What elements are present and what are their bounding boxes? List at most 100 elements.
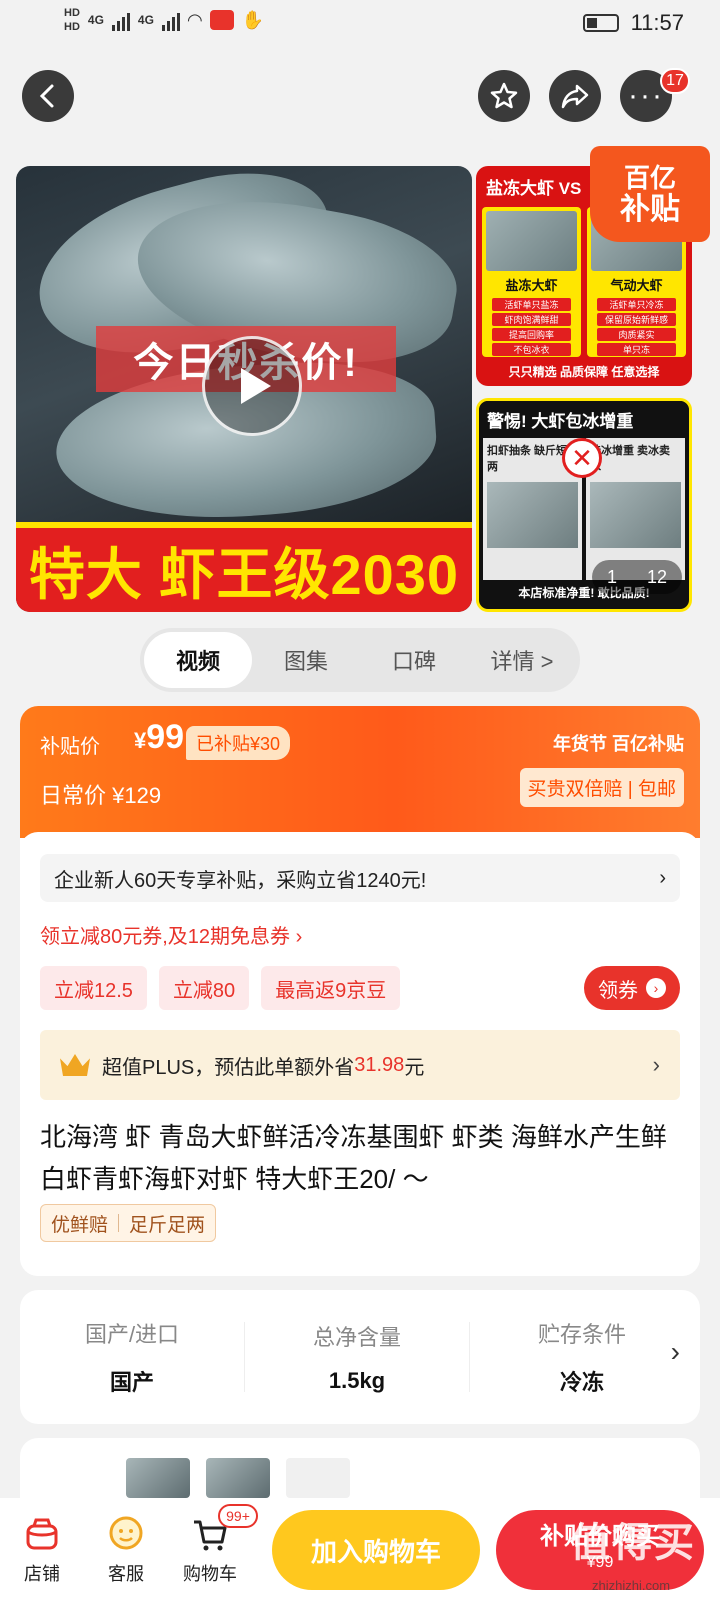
spec-item: 国产/进口 国产 [20,1317,244,1397]
tab-video[interactable]: 视频 [144,632,252,688]
coupon-link[interactable]: 领立减80元券,及12期免息券 › [40,920,302,949]
subsidy-amount-tag: 已补贴¥30 [186,726,291,760]
chevron-right-icon: › [652,1052,660,1077]
main-image-bottom-text: 特大 虾王级2030 [16,522,472,612]
plus-savings-row[interactable]: 超值PLUS，预估此单额外省 31.98 元 › [40,1030,680,1100]
spec-item: 贮存条件 冷冻 [470,1317,694,1397]
spec-value: 冷冻 [559,1370,604,1395]
chevron-right-icon: › [646,978,666,998]
side2-right-text: 挂冰增重 卖冰卖水 [590,445,671,473]
signal-icon [111,9,130,31]
tab-reviews[interactable]: 口碑 [360,632,468,688]
service-tag: 足斤足两 [129,1214,206,1236]
image-counter: 1 12 [592,560,682,594]
x-mark-icon: ✕ [562,438,602,478]
media-tabs: 视频 图集 口碑 详情 > [140,628,580,692]
plus-prefix: 超值PLUS，预估此单额外省 [102,1056,355,1079]
nav-store-label: 店铺 [24,1564,60,1584]
daily-price: 日常价 ¥129 [40,783,162,808]
nav-store[interactable]: 店铺 [0,1512,84,1586]
discount-chips: 立减12.5 立减80 最高返9京豆 [40,966,401,1010]
shrimp-thumb [486,211,577,271]
tab-details[interactable]: 详情 > [468,632,576,688]
side1-right-tag: 肉质紧实 [597,328,676,341]
spec-value: 国产 [109,1370,154,1395]
shrimp-thumb [590,482,681,548]
back-button[interactable] [22,70,74,122]
play-icon[interactable] [202,336,302,436]
shrimp-thumb[interactable] [206,1458,270,1498]
app-notification-icon [209,10,234,30]
enterprise-subsidy-row[interactable]: 企业新人60天专享补贴，采购立省1240元! › [40,854,680,902]
spec-value: 1.5kg [328,1368,386,1393]
share-button[interactable] [549,70,601,122]
more-badge: 17 [660,68,690,94]
subsidy-program-link[interactable]: 年货节 百亿补贴 [553,730,684,756]
favorite-button[interactable] [478,70,530,122]
wifi-icon: ◠ [187,9,202,30]
enterprise-text: 企业新人60天专享补贴，采购立省1240元! [54,869,427,892]
side1-right-name: 气动大虾 [610,278,663,293]
signal-icon-2 [161,9,180,31]
guarantee-badge: 买贵双倍赔 | 包邮 [519,768,684,807]
side1-left-tag: 活虾单只盐冻 [492,298,571,311]
tab-gallery[interactable]: 图集 [252,632,360,688]
store-icon [20,1512,64,1556]
side1-right-tag: 保留原始新鲜感 [597,313,676,326]
shrimp-thumb[interactable] [126,1458,190,1498]
nav-cart[interactable]: 购物车 99+ [168,1504,258,1586]
side1-right-tag: 单只冻 [597,343,676,356]
nav-service[interactable]: 客服 [84,1512,168,1586]
service-tags[interactable]: 优鲜赔 足斤足两 [40,1204,217,1242]
price-card: 补贴价 ¥99 已补贴¥30 日常价 ¥129 年货节 百亿补贴 买贵双倍赔 |… [20,706,700,1276]
status-left: HD HD 4G 4G ◠ ✋ [64,6,264,34]
spec-key: 贮存条件 [537,1322,626,1347]
shrimp-thumb [487,482,578,548]
battery-icon [582,14,619,32]
hd1-text: HD [64,7,80,19]
service-tag: 优鲜赔 [51,1214,109,1236]
image-counter-total: 12 [646,566,667,587]
star-icon [490,82,518,109]
discount-chip[interactable]: 立减12.5 [40,966,147,1010]
spec-key: 国产/进口 [84,1322,180,1347]
price-body: 企业新人60天专享补贴，采购立省1240元! › 领立减80元券,及12期免息券… [20,832,700,1276]
cart-badge: 99+ [218,1504,258,1528]
hd2-text: HD [64,21,80,33]
nav-cart-label: 购物车 [183,1564,237,1584]
chevron-right-icon: › [659,866,666,889]
discount-chip[interactable]: 最高返9京豆 [261,966,401,1010]
add-to-cart-button[interactable]: 加入购物车 [272,1510,480,1590]
side1-left-tag: 提高回购率 [492,328,571,341]
currency-symbol: ¥ [134,728,147,753]
discount-chip[interactable]: 立减80 [158,966,250,1010]
chevron-right-icon[interactable]: › [671,1336,680,1368]
status-bar: HD HD 4G 4G ◠ ✋ 11:57 [0,0,720,50]
side1-left-name: 盐冻大虾 [505,278,558,293]
subsidy-price-value: 99 [146,718,185,756]
subsidy-corner-line1: 百亿 [623,163,676,193]
network-2: 4G [137,13,154,27]
spec-card[interactable]: 国产/进口 国产 总净含量 1.5kg 贮存条件 冷冻 › [20,1290,700,1424]
side2-left-text: 扣虾抽条 缺斤短两 [487,445,568,473]
more-icon: ··· [628,79,664,112]
watermark-logo: 值得买 [570,1521,696,1565]
spec-item: 总净含量 1.5kg [245,1320,469,1394]
price-header: 补贴价 ¥99 已补贴¥30 日常价 ¥129 年货节 百亿补贴 买贵双倍赔 |… [20,706,700,838]
side1-right-tag: 活虾单只冷冻 [597,298,676,311]
subsidy-corner-line2: 补贴 [620,193,680,226]
spec-key: 总净含量 [312,1325,401,1350]
get-coupon-label: 领券 [598,979,638,1002]
watermark-url: zhizhizhi.com [592,1578,671,1593]
get-coupon-button[interactable]: 领券 › [584,966,680,1010]
plus-suffix: 元 [404,1056,425,1079]
subsidy-price-label: 补贴价 [40,736,100,758]
image-counter-current: 1 [606,566,617,587]
side1-footer: 只只精选 品质保障 任意选择 [508,365,660,379]
side1-left-col: 盐冻大虾 活虾单只盐冻 虾肉饱满鲜甜 提高回购率 不包冰衣 [482,207,581,357]
clock: 11:57 [630,10,684,35]
nav-service-label: 客服 [108,1564,144,1584]
hd-indicator: HD HD [64,6,80,34]
main-product-video[interactable]: 今日秒杀价! 特大 虾王级2030 [16,166,472,612]
product-title[interactable]: 北海湾 虾 青岛大虾鲜活冷冻基围虾 虾类 海鲜水产生鲜白虾青虾海虾对虾 特大虾王… [40,1116,680,1200]
